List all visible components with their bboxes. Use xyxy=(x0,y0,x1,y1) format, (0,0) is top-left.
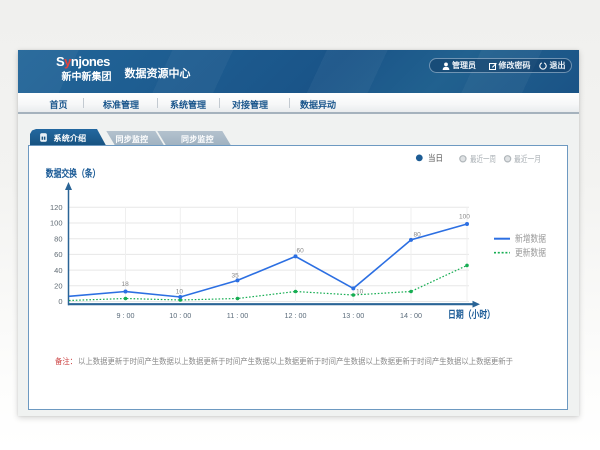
svg-text:120: 120 xyxy=(50,203,63,212)
svg-text:13 : 00: 13 : 00 xyxy=(342,311,364,320)
svg-text:当日: 当日 xyxy=(428,153,443,163)
svg-text:100: 100 xyxy=(50,219,63,228)
svg-text:10: 10 xyxy=(176,289,184,296)
svg-text:更新数据: 更新数据 xyxy=(515,247,546,259)
svg-text:最近一周: 最近一周 xyxy=(470,154,496,164)
svg-text:以上数据更新于时间产生数据以上数据更新于时间产生数据以上数据: 以上数据更新于时间产生数据以上数据更新于时间产生数据以上数据更新于时间产生数据以… xyxy=(78,356,513,366)
svg-text:9 : 00: 9 : 00 xyxy=(117,311,135,320)
svg-text:80: 80 xyxy=(54,234,62,243)
svg-text:18: 18 xyxy=(122,281,130,288)
svg-text:40: 40 xyxy=(54,266,62,275)
svg-text:35: 35 xyxy=(232,273,240,280)
svg-text:0: 0 xyxy=(58,297,62,306)
svg-text:10: 10 xyxy=(356,289,364,296)
svg-text:14 : 00: 14 : 00 xyxy=(400,311,422,320)
svg-text:100: 100 xyxy=(459,214,470,221)
svg-text:20: 20 xyxy=(54,282,62,291)
svg-text:数据交换（条）: 数据交换（条） xyxy=(46,167,101,180)
svg-text:日期（小时）: 日期（小时） xyxy=(448,308,495,321)
svg-text:80: 80 xyxy=(414,232,422,239)
svg-text:最近一月: 最近一月 xyxy=(514,154,541,164)
svg-text:11 : 00: 11 : 00 xyxy=(227,311,248,320)
svg-text:10 : 00: 10 : 00 xyxy=(169,311,191,320)
svg-text:12 : 00: 12 : 00 xyxy=(285,311,307,320)
svg-text:60: 60 xyxy=(297,248,305,255)
svg-text:60: 60 xyxy=(54,250,62,259)
svg-text:新增数据: 新增数据 xyxy=(515,233,546,245)
svg-text:备注：: 备注： xyxy=(55,356,77,366)
